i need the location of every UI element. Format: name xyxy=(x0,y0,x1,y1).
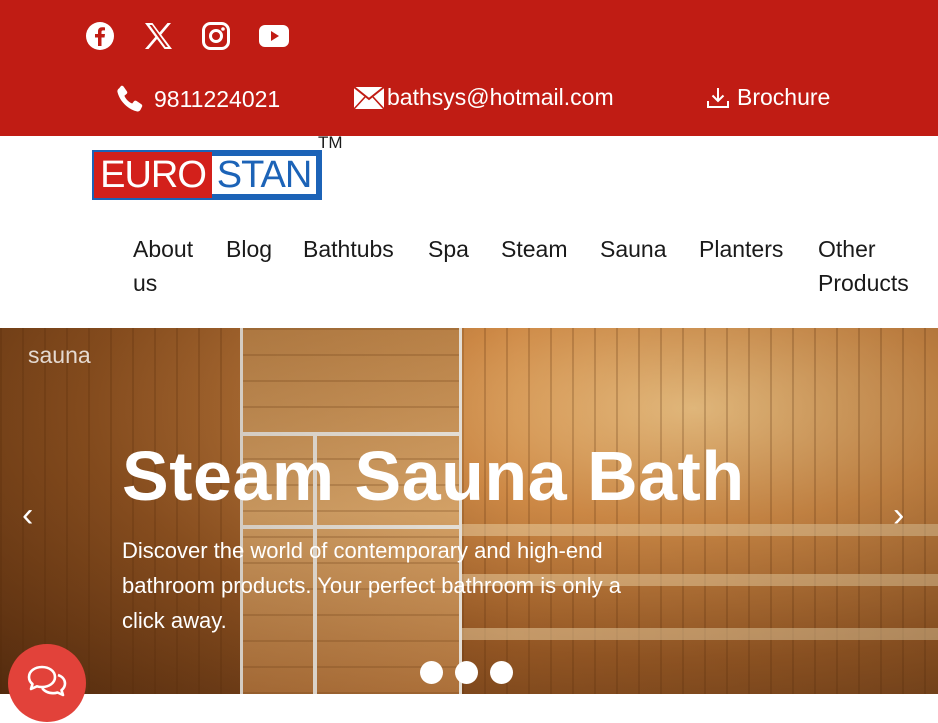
nav-item-other-products[interactable]: Other Products xyxy=(818,232,928,300)
download-icon xyxy=(705,85,731,111)
hero-slider: sauna Steam Sauna Bath Discover the worl… xyxy=(0,328,938,694)
chat-icon xyxy=(27,665,67,697)
chevron-right-icon[interactable]: › xyxy=(893,498,904,532)
hero-title: Steam Sauna Bath xyxy=(122,437,745,515)
nav-item-sauna[interactable]: Sauna xyxy=(600,232,667,266)
social-links xyxy=(84,20,290,52)
top-bar: 9811224021 bathsys@hotmail.com Brochure xyxy=(0,0,938,136)
chat-button[interactable] xyxy=(8,644,86,722)
nav-item-bathtubs[interactable]: Bathtubs xyxy=(303,232,394,266)
slide-dot-1[interactable] xyxy=(420,661,443,684)
x-icon[interactable] xyxy=(142,20,174,52)
nav-item-steam[interactable]: Steam xyxy=(501,232,567,266)
hero-description: Discover the world of contemporary and h… xyxy=(122,538,621,633)
main-nav: About us Blog Bathtubs Spa Steam Sauna P… xyxy=(0,232,938,302)
facebook-icon[interactable] xyxy=(84,20,116,52)
contact-row: 9811224021 bathsys@hotmail.com Brochure xyxy=(0,84,938,124)
nav-item-blog[interactable]: Blog xyxy=(226,232,272,266)
brochure-link[interactable]: Brochure xyxy=(705,84,830,111)
email-link[interactable]: bathsys@hotmail.com xyxy=(353,84,614,111)
trademark-mark: TM xyxy=(318,133,343,152)
brochure-label: Brochure xyxy=(737,84,831,110)
nav-item-planters[interactable]: Planters xyxy=(699,232,783,266)
phone-icon xyxy=(114,84,146,114)
nav-item-spa[interactable]: Spa xyxy=(428,232,469,266)
youtube-icon[interactable] xyxy=(258,20,290,52)
site-logo[interactable]: EURO STAN xyxy=(92,150,322,200)
logo-stan-wrap: STAN xyxy=(212,152,320,198)
nav-item-about-us[interactable]: About us xyxy=(133,232,213,300)
mail-icon xyxy=(353,85,385,110)
logo-euro: EURO xyxy=(94,152,212,198)
hero-corner-label: sauna xyxy=(28,342,91,368)
chevron-left-icon[interactable]: ‹ xyxy=(22,498,33,532)
email-address: bathsys@hotmail.com xyxy=(387,84,614,110)
logo-stan: STAN xyxy=(212,156,316,194)
instagram-icon[interactable] xyxy=(200,20,232,52)
slide-dot-3[interactable] xyxy=(490,661,513,684)
phone-number: 9811224021 xyxy=(154,85,281,112)
slide-dot-2[interactable] xyxy=(455,661,478,684)
phone-link[interactable]: 9811224021 xyxy=(114,84,280,114)
slide-indicators xyxy=(420,661,513,684)
